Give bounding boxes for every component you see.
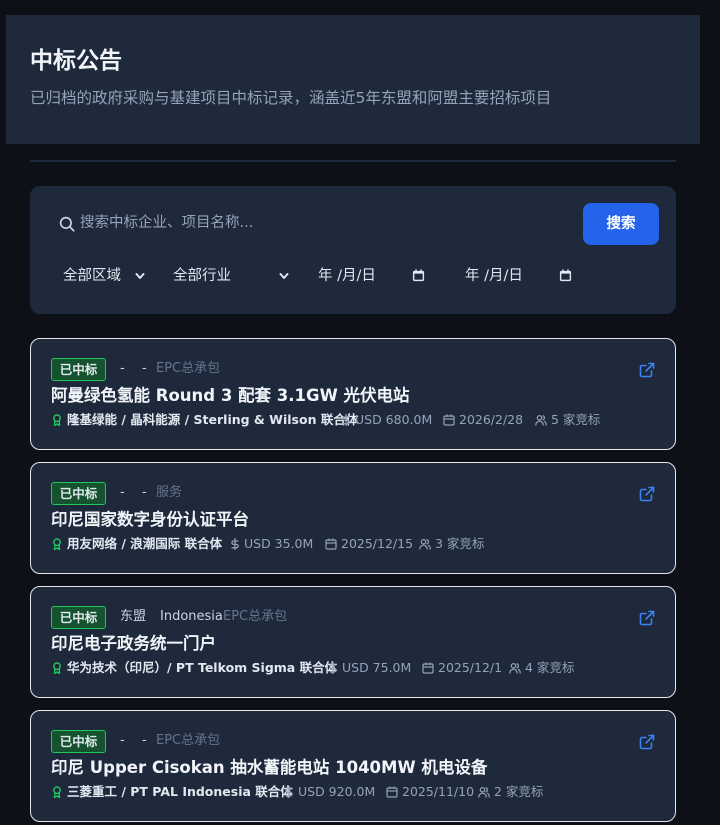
amount-value: USD 920.0M: [298, 784, 376, 799]
calendar-icon: [443, 414, 455, 426]
winner-name: 华为技术（印尼）/ PT Telkom Sigma 联合体: [67, 660, 338, 675]
project-type-label: EPC总承包: [156, 733, 221, 748]
award-card[interactable]: 已中标 - - 服务 印尼国家数字身份认证平台 用友网络 / 浪潮国际 联合体 …: [30, 462, 676, 574]
users-icon: [509, 662, 521, 674]
amount-value: USD 75.0M: [342, 660, 412, 675]
users-icon: [419, 538, 431, 550]
chevron-down-icon: [279, 273, 289, 279]
date-from-value: 年 /月/日: [318, 268, 376, 284]
date-value: 2025/12/15: [341, 536, 414, 551]
external-link-icon[interactable]: [639, 610, 655, 626]
status-badge: 已中标: [51, 730, 106, 753]
project-type-label: EPC总承包: [223, 609, 288, 624]
bidders-info: 3 家竞标: [419, 535, 484, 553]
date-from-input[interactable]: 年 /月/日: [318, 263, 428, 289]
award-card[interactable]: 已中标 - - EPC总承包 阿曼绿色氢能 Round 3 配套 3.1GW 光…: [30, 338, 676, 450]
date-value: 2025/11/10: [402, 784, 475, 799]
bidders-info: 2 家竞标: [478, 783, 543, 801]
award-card[interactable]: 已中标 东盟 Indonesia EPC总承包 印尼电子政务统一门户 华为技术（…: [30, 586, 676, 698]
calendar-icon: [422, 662, 434, 674]
amount-info: USD 680.0M: [340, 411, 432, 429]
date-info: 2025/12/1: [422, 659, 502, 677]
region-label: 东盟: [120, 609, 147, 624]
award-icon: [53, 662, 61, 674]
project-type-label: EPC总承包: [156, 361, 221, 376]
external-link-icon[interactable]: [639, 734, 655, 750]
calendar-picker-icon: [559, 269, 572, 282]
winner-info: 华为技术（印尼）/ PT Telkom Sigma 联合体: [51, 659, 337, 677]
date-info: 2026/2/28: [443, 411, 523, 429]
users-icon: [535, 414, 547, 426]
date-value: 2026/2/28: [459, 412, 524, 427]
amount-info: USD 75.0M: [327, 659, 411, 677]
project-title[interactable]: 印尼国家数字身份认证平台: [51, 508, 249, 532]
dollar-icon: [342, 414, 350, 426]
award-card[interactable]: 已中标 - - EPC总承包 印尼 Upper Cisokan 抽水蓄能电站 1…: [30, 710, 676, 822]
status-badge: 已中标: [51, 606, 106, 629]
winner-info: 三菱重工 / PT PAL Indonesia 联合体: [51, 783, 293, 801]
bidders-value: 3 家竞标: [435, 536, 485, 551]
chevron-down-icon: [135, 273, 145, 279]
search-input[interactable]: [80, 208, 570, 238]
winner-name: 隆基绿能 / 晶科能源 / Sterling & Wilson 联合体: [67, 412, 359, 427]
page-header: 中标公告 已归档的政府采购与基建项目中标记录，涵盖近5年东盟和阿盟主要招标项目: [6, 15, 700, 144]
status-badge: 已中标: [51, 482, 106, 505]
region-select[interactable]: 全部区域: [63, 263, 153, 289]
industry-select-value: 全部行业: [173, 268, 231, 284]
bidders-value: 5 家竞标: [551, 412, 601, 427]
page-subtitle: 已归档的政府采购与基建项目中标记录，涵盖近5年东盟和阿盟主要招标项目: [30, 89, 552, 107]
project-title[interactable]: 印尼 Upper Cisokan 抽水蓄能电站 1040MW 机电设备: [51, 756, 487, 780]
region-select-value: 全部区域: [63, 268, 121, 284]
search-button[interactable]: 搜索: [583, 203, 659, 245]
divider: [30, 160, 676, 162]
bidders-info: 5 家竞标: [535, 411, 600, 429]
project-type-label: 服务: [156, 485, 183, 500]
amount-value: USD 35.0M: [244, 536, 314, 551]
bidders-value: 2 家竞标: [494, 784, 544, 799]
calendar-picker-icon: [412, 269, 425, 282]
search-icon: [59, 216, 75, 232]
search-panel: 搜索 全部区域 全部行业 年 /月/日 年 /月/日: [30, 186, 676, 314]
region-label: -: [120, 361, 125, 376]
bidders-info: 4 家竞标: [509, 659, 574, 677]
award-icon: [53, 414, 61, 426]
country-label: -: [142, 361, 147, 376]
dollar-icon: [285, 786, 293, 798]
calendar-icon: [386, 786, 398, 798]
country-label: Indonesia: [160, 609, 223, 624]
amount-info: USD 35.0M: [229, 535, 313, 553]
winner-name: 三菱重工 / PT PAL Indonesia 联合体: [67, 784, 293, 799]
winner-info: 隆基绿能 / 晶科能源 / Sterling & Wilson 联合体: [51, 411, 358, 429]
winner-name: 用友网络 / 浪潮国际 联合体: [67, 536, 223, 551]
project-title[interactable]: 印尼电子政务统一门户: [51, 632, 216, 656]
project-title[interactable]: 阿曼绿色氢能 Round 3 配套 3.1GW 光伏电站: [51, 384, 410, 408]
dollar-icon: [329, 662, 337, 674]
date-value: 2025/12/1: [438, 660, 503, 675]
country-label: -: [142, 485, 147, 500]
award-icon: [53, 538, 61, 550]
date-info: 2025/12/15: [325, 535, 413, 553]
external-link-icon[interactable]: [639, 362, 655, 378]
date-to-value: 年 /月/日: [465, 268, 523, 284]
external-link-icon[interactable]: [639, 486, 655, 502]
dollar-icon: [231, 538, 239, 550]
bidders-value: 4 家竞标: [525, 660, 575, 675]
amount-value: USD 680.0M: [355, 412, 433, 427]
country-label: -: [142, 733, 147, 748]
status-badge: 已中标: [51, 358, 106, 381]
calendar-icon: [325, 538, 337, 550]
winner-info: 用友网络 / 浪潮国际 联合体: [51, 535, 222, 553]
region-label: -: [120, 733, 125, 748]
date-to-input[interactable]: 年 /月/日: [465, 263, 575, 289]
page-title: 中标公告: [30, 48, 122, 74]
industry-select[interactable]: 全部行业: [173, 263, 293, 289]
region-label: -: [120, 485, 125, 500]
users-icon: [478, 786, 490, 798]
amount-info: USD 920.0M: [283, 783, 375, 801]
award-icon: [53, 786, 61, 798]
date-info: 2025/11/10: [386, 783, 474, 801]
